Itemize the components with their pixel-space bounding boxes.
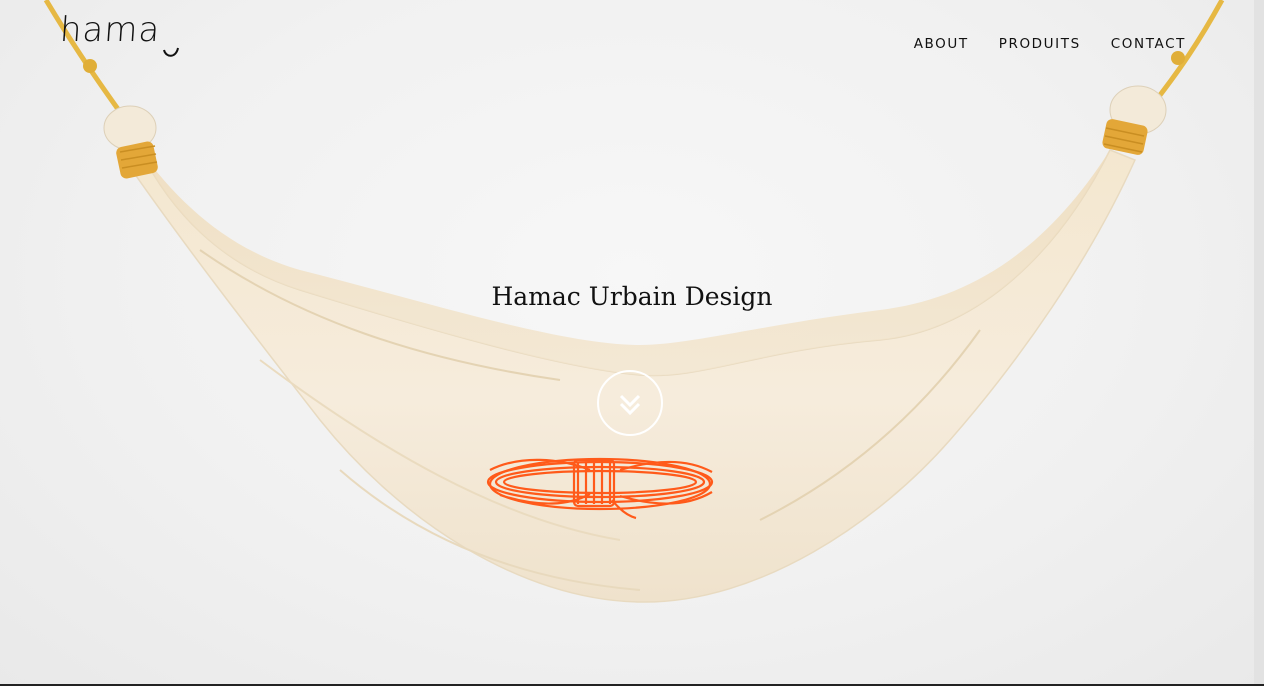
brand-logo-text[interactable]: hama <box>59 10 162 50</box>
main-nav: ABOUT PRODUITS CONTACT <box>914 36 1186 52</box>
nav-produits[interactable]: PRODUITS <box>999 36 1081 52</box>
right-rope <box>1148 0 1225 110</box>
nav-contact[interactable]: CONTACT <box>1111 36 1186 52</box>
hero-section: hama ABOUT PRODUITS CONTACT Hamac Urbain… <box>0 0 1264 686</box>
scrollbar-track[interactable] <box>1254 0 1264 686</box>
hammock-photo <box>43 0 1225 603</box>
hero-title: Hamac Urbain Design <box>491 282 773 311</box>
scroll-down-button[interactable] <box>597 370 663 436</box>
nav-about[interactable]: ABOUT <box>914 36 969 52</box>
chevron-double-down-icon <box>619 394 641 416</box>
